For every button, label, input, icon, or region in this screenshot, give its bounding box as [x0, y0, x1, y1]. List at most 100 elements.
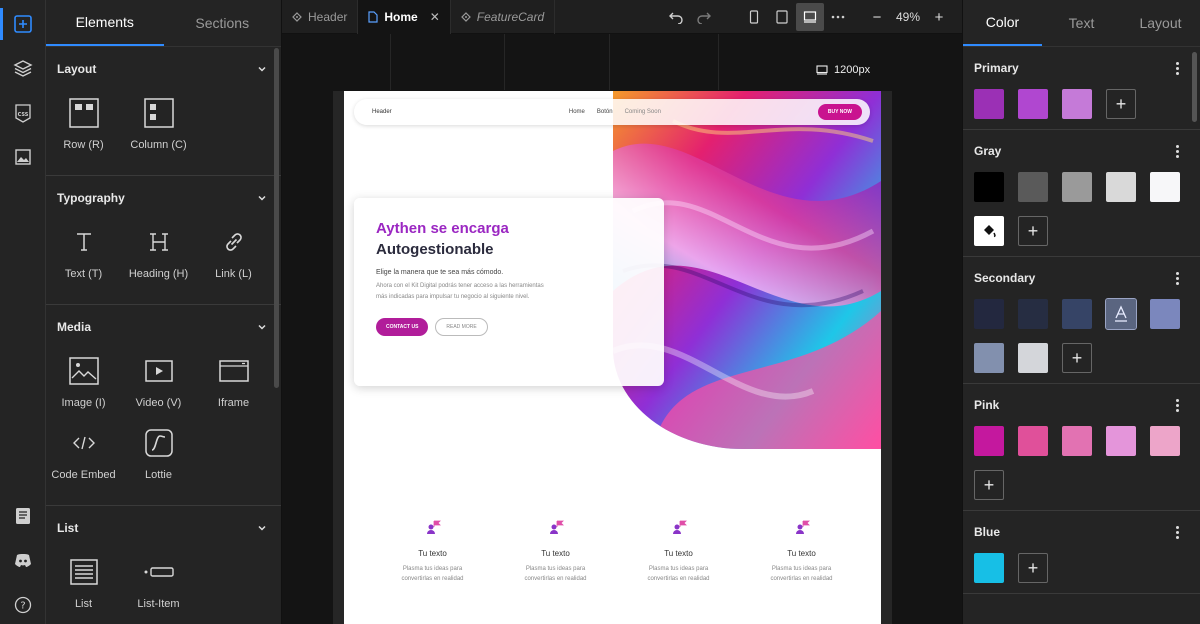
element-list[interactable]: List	[46, 550, 121, 622]
more-vertical-icon[interactable]	[1176, 525, 1180, 539]
tab-sections[interactable]: Sections	[164, 0, 282, 46]
color-swatch[interactable]	[1150, 426, 1180, 456]
more-options-button[interactable]	[824, 3, 852, 31]
redo-button[interactable]	[690, 3, 718, 31]
element-label: Image (I)	[61, 397, 106, 409]
svg-text:?: ?	[20, 601, 25, 612]
color-swatch[interactable]	[1018, 172, 1048, 202]
more-vertical-icon[interactable]	[1176, 144, 1180, 158]
feature-card[interactable]: Tu texto Plasma tus ideas para convertir…	[740, 519, 863, 584]
color-swatch[interactable]	[1018, 299, 1048, 329]
tab-home[interactable]: Home ✕	[358, 0, 451, 34]
add-color-button[interactable]: +	[1106, 89, 1136, 119]
more-vertical-icon[interactable]	[1176, 271, 1180, 285]
element-code-embed[interactable]: Code Embed	[46, 421, 121, 493]
element-column[interactable]: Column (C)	[121, 91, 196, 163]
design-canvas[interactable]: 1200px Header Home Botón Coming Soon BUY…	[282, 34, 962, 624]
help-icon[interactable]: ?	[9, 591, 37, 619]
element-text[interactable]: Text (T)	[46, 220, 121, 292]
color-swatch[interactable]	[1062, 426, 1092, 456]
color-swatch[interactable]	[1018, 89, 1048, 119]
css-icon[interactable]: CSS	[9, 100, 37, 128]
hero-card[interactable]: Aythen se encarga Autogestionable Elige …	[354, 198, 664, 386]
nav-brand[interactable]: Header	[372, 109, 557, 115]
zoom-in-button[interactable]: +	[928, 9, 950, 26]
color-swatch[interactable]	[1105, 298, 1137, 330]
element-label: Heading (H)	[128, 268, 189, 280]
tab-text[interactable]: Text	[1042, 0, 1121, 46]
color-group-title: Gray	[974, 144, 1002, 158]
image-assets-icon[interactable]	[9, 143, 37, 171]
add-color-button[interactable]: +	[1018, 216, 1048, 246]
undo-button[interactable]	[662, 3, 690, 31]
tablet-view-button[interactable]	[768, 3, 796, 31]
tab-header[interactable]: Header	[282, 0, 359, 34]
nav-link-coming-soon[interactable]: Coming Soon	[625, 109, 661, 115]
color-swatch[interactable]	[1106, 426, 1136, 456]
nav-link-boton[interactable]: Botón	[597, 109, 613, 115]
color-swatch[interactable]	[1106, 172, 1136, 202]
color-swatch[interactable]	[974, 172, 1004, 202]
color-swatch[interactable]	[974, 299, 1004, 329]
section-typography-header[interactable]: Typography	[46, 176, 281, 220]
buy-now-button[interactable]: BUY NOW	[817, 104, 862, 120]
color-swatch[interactable]	[974, 216, 1004, 246]
color-swatch[interactable]	[974, 343, 1004, 373]
discord-icon[interactable]	[9, 547, 37, 575]
swatch-list: +	[974, 298, 1194, 373]
section-layout-header[interactable]: Layout	[46, 47, 281, 91]
add-color-button[interactable]: +	[974, 470, 1004, 500]
panel-scrollbar[interactable]	[274, 48, 279, 388]
feature-card[interactable]: Tu texto Plasma tus ideas para convertir…	[371, 519, 494, 584]
read-more-button[interactable]: READ MORE	[435, 318, 488, 336]
color-group-title: Pink	[974, 398, 1000, 412]
desktop-view-button[interactable]	[796, 3, 824, 31]
nav-link-home[interactable]: Home	[569, 109, 585, 115]
element-video[interactable]: Video (V)	[121, 349, 196, 421]
feature-card[interactable]: Tu texto Plasma tus ideas para convertir…	[617, 519, 740, 584]
add-color-button[interactable]: +	[1062, 343, 1092, 373]
element-image[interactable]: Image (I)	[46, 349, 121, 421]
chevron-down-icon	[258, 66, 266, 72]
feature-card[interactable]: Tu texto Plasma tus ideas para convertir…	[494, 519, 617, 584]
more-vertical-icon[interactable]	[1176, 61, 1180, 75]
viewport-width: 1200px	[834, 64, 871, 76]
add-elements-icon[interactable]	[9, 10, 37, 38]
color-swatch[interactable]	[1062, 89, 1092, 119]
element-row[interactable]: Row (R)	[46, 91, 121, 163]
color-swatch[interactable]	[1018, 426, 1048, 456]
tab-color[interactable]: Color	[963, 0, 1042, 46]
page-preview[interactable]: Header Home Botón Coming Soon BUY NOW Ay…	[344, 91, 881, 624]
color-swatch[interactable]	[1150, 299, 1180, 329]
mobile-view-button[interactable]	[740, 3, 768, 31]
hero-title: Aythen se encarga	[376, 220, 509, 237]
layers-icon[interactable]	[9, 54, 37, 82]
color-swatch[interactable]	[1018, 343, 1048, 373]
contact-us-button[interactable]: CONTACT US	[376, 318, 429, 336]
color-swatch[interactable]	[1062, 172, 1092, 202]
tab-layout[interactable]: Layout	[1121, 0, 1200, 46]
section-media-header[interactable]: Media	[46, 305, 281, 349]
element-link[interactable]: Link (L)	[196, 220, 271, 292]
feature-title: Tu texto	[664, 549, 693, 558]
element-list-item[interactable]: List-Item	[121, 550, 196, 622]
element-lottie[interactable]: Lottie	[121, 421, 196, 493]
color-swatch[interactable]	[974, 89, 1004, 119]
color-swatch[interactable]	[974, 553, 1004, 583]
style-panel-scrollbar[interactable]	[1192, 52, 1197, 122]
close-tab-icon[interactable]: ✕	[430, 10, 440, 24]
more-vertical-icon[interactable]	[1176, 398, 1180, 412]
color-group-blue: Blue +	[963, 511, 1200, 594]
element-heading[interactable]: Heading (H)	[121, 220, 196, 292]
section-list-header[interactable]: List	[46, 506, 281, 550]
color-swatch[interactable]	[974, 426, 1004, 456]
feature-desc: Plasma tus ideas para convertirlas en re…	[401, 566, 464, 582]
color-swatch[interactable]	[1150, 172, 1180, 202]
color-swatch[interactable]	[1062, 299, 1092, 329]
zoom-out-button[interactable]: −	[866, 9, 888, 26]
add-color-button[interactable]: +	[1018, 553, 1048, 583]
element-iframe[interactable]: Iframe	[196, 349, 271, 421]
docs-book-icon[interactable]	[9, 502, 37, 530]
tab-featurecard[interactable]: FeatureCard	[451, 0, 556, 34]
tab-elements[interactable]: Elements	[46, 0, 164, 46]
